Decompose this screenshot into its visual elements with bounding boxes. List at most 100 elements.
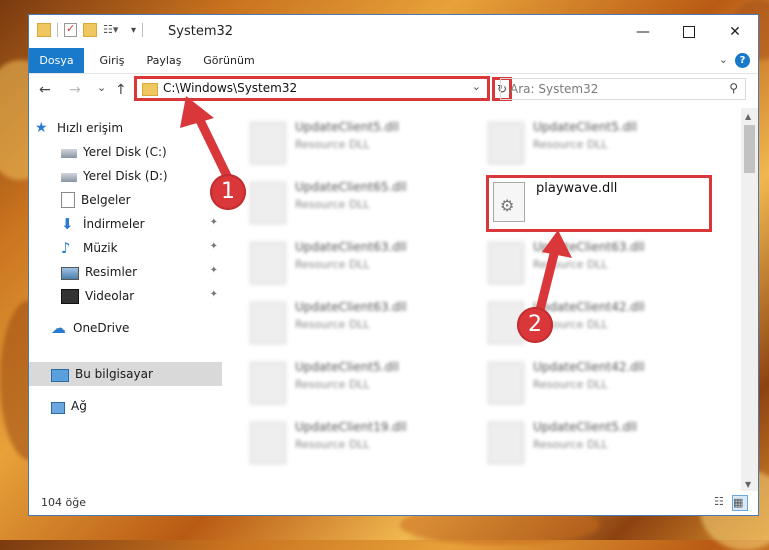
sidebar-item-videos[interactable]: Videolar ✦ [29,284,222,308]
highlighted-file-item[interactable]: playwave.dll [486,175,712,232]
sidebar-item-this-pc[interactable]: Bu bilgisayar [29,362,222,386]
maximize-button[interactable] [666,15,712,48]
forward-button[interactable]: → [69,82,81,98]
divider [57,23,58,37]
search-placeholder: Ara: System32 [510,82,599,96]
network-icon [51,401,65,414]
details-view-icon[interactable]: ☷ [714,495,728,509]
dll-file-icon [488,422,524,464]
file-name: UpdateClient42.dll [533,300,645,314]
ribbon-tabs: Dosya Giriş Paylaş Görünüm ⌄ ? [29,48,758,74]
file-item[interactable]: UpdateClient65.dll Resource DLL [222,178,442,230]
sidebar-item-label: Videolar [85,289,135,303]
sidebar-item-pictures[interactable]: Resimler ✦ [29,260,222,284]
folder-icon[interactable] [37,23,51,37]
search-input[interactable]: Ara: System32 ⚲ [500,78,746,100]
new-folder-icon[interactable] [83,23,97,37]
file-name: UpdateClient5.dll [295,120,399,134]
file-type: Resource DLL [295,318,370,331]
file-item[interactable]: UpdateClient19.dll Resource DLL [222,418,442,470]
qa-dropdown-icon[interactable]: ▾ [131,25,136,36]
file-item[interactable]: UpdateClient5.dll Resource DLL [460,418,680,470]
scroll-down-icon[interactable]: ▼ [745,480,751,489]
large-icons-view-icon[interactable]: ▦ [732,495,748,511]
file-name: UpdateClient5.dll [533,120,637,134]
close-button[interactable]: ✕ [712,15,758,48]
dll-file-icon [250,302,286,344]
scroll-up-icon[interactable]: ▲ [745,112,751,121]
scrollbar-thumb[interactable] [744,125,755,173]
sidebar-item-documents[interactable]: Belgeler ✦ [29,188,222,212]
file-item[interactable]: UpdateClient42.dll Resource DLL [460,298,680,350]
file-type: Resource DLL [533,438,608,451]
sidebar-item-music[interactable]: ♪ Müzik ✦ [29,236,222,260]
file-type: Resource DLL [295,198,370,211]
drive-icon [61,149,77,158]
sidebar-item-disk-c[interactable]: Yerel Disk (C:) [29,140,222,164]
file-item[interactable]: UpdateClient5.dll Resource DLL [222,118,442,170]
quick-access-toolbar: ✓ ☷▾ ▾ [37,22,144,37]
sidebar-item-disk-d[interactable]: Yerel Disk (D:) [29,164,222,188]
file-item[interactable]: UpdateClient42.dll Resource DLL [460,358,680,410]
cloud-icon: ☁ [51,319,66,337]
search-icon[interactable]: ⚲ [729,81,738,95]
file-name: UpdateClient63.dll [295,240,407,254]
file-name: UpdateClient5.dll [295,360,399,374]
recent-locations-button[interactable]: ⌄ [97,81,106,94]
up-button[interactable]: ↑ [115,82,127,98]
file-type: Resource DLL [295,438,370,451]
pin-icon[interactable]: ✦ [210,217,218,228]
vertical-scrollbar[interactable]: ▲ ▼ [741,108,758,493]
folder-icon [142,83,158,96]
file-item[interactable]: UpdateClient63.dll Resource DLL [222,298,442,350]
address-bar[interactable]: C:\Windows\System32 ⌄ [134,76,490,101]
drive-icon [61,173,77,182]
file-name: UpdateClient63.dll [533,240,645,254]
pin-icon[interactable]: ✦ [210,289,218,300]
window-title: System32 [168,24,234,39]
file-item[interactable]: UpdateClient63.dll Resource DLL [460,238,680,290]
file-type: Resource DLL [533,138,608,151]
annotation-badge-1: 1 [210,174,246,210]
back-button[interactable]: ← [39,82,51,98]
dll-file-icon [250,122,286,164]
file-name: UpdateClient63.dll [295,300,407,314]
address-dropdown-icon[interactable]: ⌄ [472,80,481,93]
tab-gorunum[interactable]: Görünüm [195,48,263,73]
videos-icon [61,288,79,304]
dll-file-icon [250,242,286,284]
sidebar-item-label: Bu bilgisayar [75,367,153,381]
help-icon[interactable]: ? [735,53,750,68]
sidebar-item-downloads[interactable]: ⬇ İndirmeler ✦ [29,212,222,236]
properties-icon[interactable]: ✓ [64,22,77,37]
sidebar-item-network[interactable]: Ağ [29,394,222,418]
file-name: UpdateClient19.dll [295,420,407,434]
pictures-icon [61,266,79,280]
file-item[interactable]: UpdateClient5.dll Resource DLL [460,118,680,170]
file-name: UpdateClient65.dll [295,180,407,194]
tab-paylas[interactable]: Paylaş [139,48,189,73]
file-item[interactable]: UpdateClient63.dll Resource DLL [222,238,442,290]
file-item[interactable]: UpdateClient5.dll Resource DLL [222,358,442,410]
file-name: playwave.dll [536,181,618,196]
file-type: Resource DLL [295,138,370,151]
customize-icon[interactable]: ☷▾ [103,23,125,37]
tab-dosya[interactable]: Dosya [29,48,84,73]
ribbon-expand-icon[interactable]: ⌄ [719,53,728,66]
minimize-button[interactable]: — [620,15,666,48]
sidebar-item-quick-access[interactable]: ★ Hızlı erişim [29,116,222,140]
sidebar-item-label: Belgeler [81,193,131,207]
dll-file-icon [250,422,286,464]
sidebar-item-label: Resimler [85,265,138,279]
computer-icon [51,368,69,382]
sidebar-item-label: OneDrive [73,321,130,335]
sidebar-item-onedrive[interactable]: ☁ OneDrive [29,316,222,340]
tab-giris[interactable]: Giriş [87,48,137,73]
navigation-bar: ← → ⌄ ↑ C:\Windows\System32 ⌄ ↻ Ara: Sys… [29,74,758,108]
pin-icon[interactable]: ✦ [210,265,218,276]
file-type: Resource DLL [295,378,370,391]
dll-file-icon [488,362,524,404]
pin-icon[interactable]: ✦ [210,241,218,252]
divider [142,23,144,37]
address-path[interactable]: C:\Windows\System32 [163,81,297,95]
